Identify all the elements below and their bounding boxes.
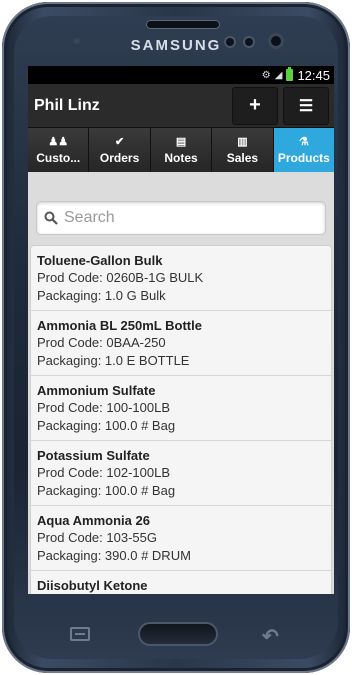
tab-orders[interactable]: ✔ Orders xyxy=(89,128,151,172)
menu-button[interactable]: ☰ xyxy=(283,86,329,125)
tab-notes[interactable]: ▤ Notes xyxy=(150,128,213,172)
list-item[interactable]: Potassium Sulfate Prod Code: 102-100LB P… xyxy=(31,441,331,506)
tab-bar: ♟♟ Custo... ✔ Orders ▤ Notes ▥ Sales ⚗ P… xyxy=(28,128,334,172)
status-bar: ⚙ ◢ 12:45 xyxy=(28,66,334,84)
product-code: Prod Code: 0BAA-250 xyxy=(37,335,166,350)
product-code: Prod Code: 102-100LB xyxy=(37,465,170,480)
tab-customers[interactable]: ♟♟ Custo... xyxy=(28,128,90,172)
list-item[interactable]: Toluene-Gallon Bulk Prod Code: 0260B-1G … xyxy=(31,246,331,311)
search-input[interactable] xyxy=(64,209,314,227)
product-name: Toluene-Gallon Bulk xyxy=(37,253,163,268)
add-button[interactable]: + xyxy=(232,86,278,125)
device-brand: SAMSUNG xyxy=(130,37,222,54)
product-packaging: Packaging: 390.0 # DRUM xyxy=(37,548,191,563)
tab-label: Notes xyxy=(164,151,198,165)
signal-icon: ◢ xyxy=(274,69,283,81)
product-code: Prod Code: 103-55G xyxy=(37,530,157,545)
customers-icon: ♟♟ xyxy=(48,136,69,148)
list-menu-icon: ☰ xyxy=(298,97,314,115)
product-packaging: Packaging: 100.0 # Bag xyxy=(37,483,176,498)
list-item[interactable]: Ammonium Sulfate Prod Code: 100-100LB Pa… xyxy=(31,376,331,441)
product-name: Ammonia BL 250mL Bottle xyxy=(37,318,202,333)
home-button[interactable] xyxy=(138,622,218,646)
search-icon xyxy=(44,211,58,225)
notes-icon: ▤ xyxy=(175,136,187,148)
product-name: Potassium Sulfate xyxy=(37,448,150,463)
product-name: Ammonium Sulfate xyxy=(37,383,156,398)
tab-sales[interactable]: ▥ Sales xyxy=(212,128,274,172)
earpiece-speaker xyxy=(146,20,220,29)
page-title: Phil Linz xyxy=(34,96,100,114)
product-code: Prod Code: 0260B-1G BULK xyxy=(37,270,204,285)
list-item[interactable]: Ammonia BL 250mL Bottle Prod Code: 0BAA-… xyxy=(31,311,331,376)
tab-label: Products xyxy=(277,151,330,165)
proximity-sensor xyxy=(224,36,236,48)
battery-icon xyxy=(286,67,294,81)
front-camera xyxy=(268,33,284,49)
flask-icon: ⚗ xyxy=(298,136,309,148)
light-sensor-2 xyxy=(243,36,255,48)
product-code: Prod Code: 100-100LB xyxy=(37,400,170,415)
back-key-icon[interactable]: ↶ xyxy=(262,624,279,649)
product-packaging: Packaging: 100.0 # Bag xyxy=(37,418,176,433)
search-box[interactable] xyxy=(36,201,326,235)
product-list: Toluene-Gallon Bulk Prod Code: 0260B-1G … xyxy=(30,245,332,594)
list-item[interactable]: Diisobutyl Ketone xyxy=(31,571,331,594)
status-time: 12:45 xyxy=(297,67,330,83)
spacer xyxy=(28,172,334,201)
product-packaging: Packaging: 1.0 E BOTTLE xyxy=(37,353,190,368)
tab-label: Sales xyxy=(226,151,259,165)
menu-key-icon[interactable] xyxy=(70,627,90,641)
plus-icon: + xyxy=(249,94,261,116)
app-header: Phil Linz + ☰ xyxy=(28,84,334,128)
sales-icon: ▥ xyxy=(237,136,248,148)
tab-label: Custo... xyxy=(36,151,81,165)
check-icon: ✔ xyxy=(115,136,125,148)
tab-products[interactable]: ⚗ Products xyxy=(273,128,334,172)
product-name: Diisobutyl Ketone xyxy=(37,578,148,593)
screen: ⚙ ◢ 12:45 Phil Linz + ☰ ♟♟ Custo... ✔ Or… xyxy=(28,66,334,594)
tab-label: Orders xyxy=(99,151,140,165)
product-packaging: Packaging: 1.0 G Bulk xyxy=(37,288,166,303)
product-name: Aqua Ammonia 26 xyxy=(37,513,150,528)
notification-icon: ⚙ xyxy=(261,69,271,81)
list-item[interactable]: Aqua Ammonia 26 Prod Code: 103-55G Packa… xyxy=(31,506,331,571)
